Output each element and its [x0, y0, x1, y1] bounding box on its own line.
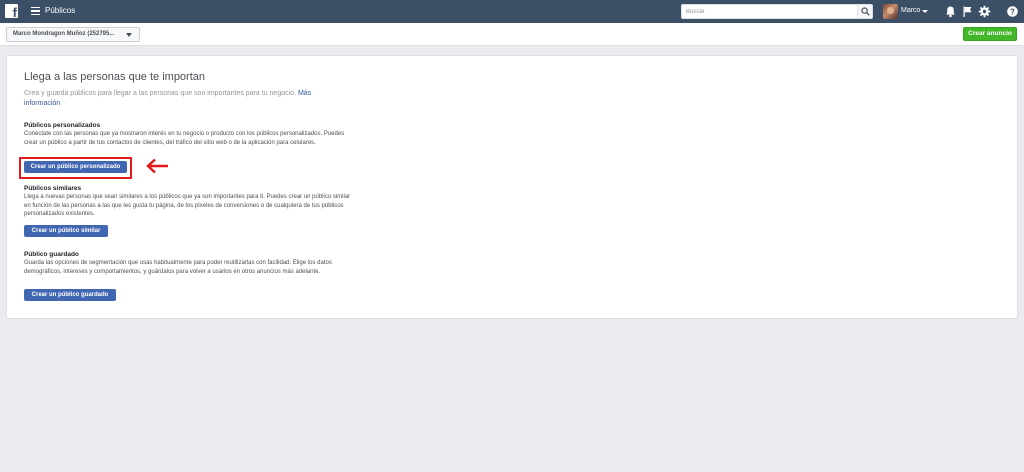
section-description: Guarda las opciones de segmentación que …	[24, 260, 332, 275]
custom-audiences-section: Públicos personalizados Conéctate con la…	[24, 122, 354, 147]
gear-icon[interactable]	[978, 5, 991, 18]
create-saved-audience-button[interactable]: Crear un público guardado	[24, 289, 116, 301]
search-box	[681, 4, 873, 19]
create-lookalike-audience-button[interactable]: Crear un público similar	[24, 225, 108, 237]
section-title: Públicos similares	[24, 185, 82, 192]
menu-icon[interactable]	[31, 7, 40, 16]
lookalike-audiences-section: Públicos similares Llega a nuevas person…	[24, 185, 354, 219]
page-title: Llega a las personas que te importan	[24, 71, 206, 83]
create-custom-audience-button[interactable]: Crear un público personalizado	[24, 161, 127, 173]
create-ad-button[interactable]: Crear anuncio	[963, 27, 1017, 41]
section-description: Llega a nuevas personas que sean similar…	[24, 194, 351, 217]
svg-text:?: ?	[1010, 7, 1015, 16]
subtitle-text: Crea y guarda públicos para llegar a las…	[24, 90, 296, 97]
chevron-down-icon	[126, 33, 132, 37]
app-title[interactable]: Públicos	[45, 6, 75, 15]
audiences-panel: Llega a las personas que te importan Cre…	[6, 55, 1018, 319]
search-icon	[861, 7, 870, 16]
search-button[interactable]	[857, 5, 872, 18]
bell-icon[interactable]	[944, 5, 957, 18]
avatar[interactable]	[883, 4, 898, 19]
section-title: Públicos personalizados	[24, 122, 101, 129]
sub-header: Marco Mondragon Muñoz (252795...	[0, 23, 1024, 46]
section-description: Conéctate con las personas que ya mostra…	[24, 131, 345, 146]
ad-account-label: Marco Mondragon Muñoz (252795...	[13, 31, 115, 37]
section-title: Público guardado	[24, 251, 79, 258]
saved-audience-section: Público guardado Guarda las opciones de …	[24, 251, 354, 276]
user-name[interactable]: Marco	[901, 7, 920, 14]
help-icon[interactable]: ?	[1006, 5, 1019, 18]
user-menu-caret-icon[interactable]	[922, 10, 928, 13]
ad-account-selector[interactable]: Marco Mondragon Muñoz (252795...	[6, 27, 140, 42]
top-navigation-bar: f Públicos Marco	[0, 0, 1024, 23]
flag-icon[interactable]	[961, 5, 974, 18]
facebook-logo-icon[interactable]: f	[5, 4, 18, 19]
page-subtitle: Crea y guarda públicos para llegar a las…	[24, 89, 344, 109]
search-input[interactable]	[682, 5, 858, 18]
arrow-left-icon	[146, 158, 168, 174]
